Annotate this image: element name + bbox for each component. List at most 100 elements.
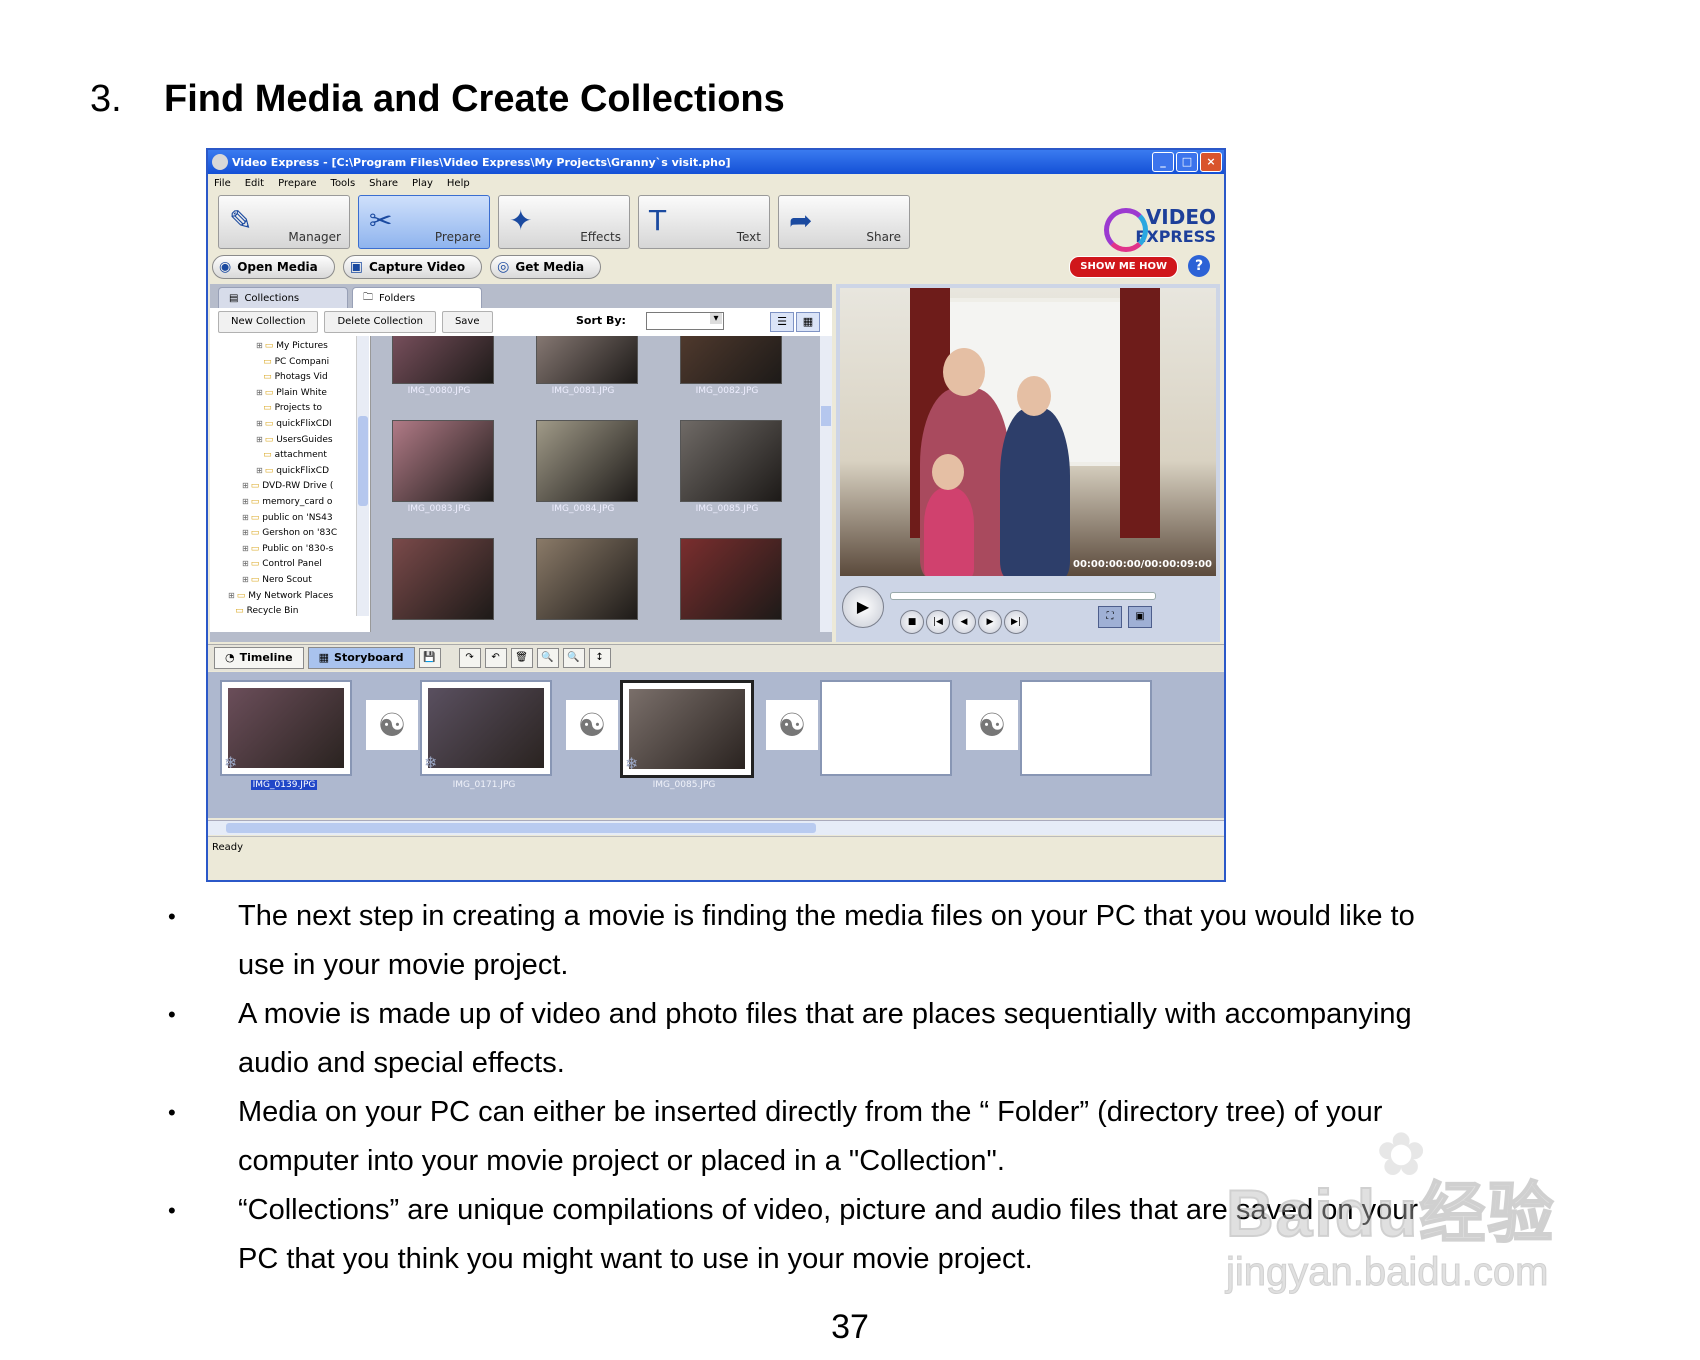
- menu-tools[interactable]: Tools: [331, 178, 356, 189]
- transition-yinyang-icon[interactable]: ☯: [766, 700, 818, 750]
- storyboard-scroll-thumb[interactable]: [226, 823, 816, 833]
- thumbnail[interactable]: IMG_0084.JPG: [518, 420, 648, 532]
- expand-icon[interactable]: ⊞: [242, 513, 249, 522]
- tree-item[interactable]: ▭ Photags Vid: [256, 369, 328, 384]
- save-button[interactable]: Save: [441, 311, 493, 333]
- transition-yinyang-icon[interactable]: ☯: [366, 700, 418, 750]
- save-storyboard-icon[interactable]: 💾: [418, 648, 441, 668]
- expand-icon[interactable]: [256, 403, 261, 412]
- zoom-out-icon[interactable]: 🔍: [562, 648, 585, 668]
- tab-folders[interactable]: 🗀 Folders: [352, 287, 482, 308]
- expand-icon[interactable]: ⊞: [242, 559, 249, 568]
- thumbnail[interactable]: [374, 538, 504, 632]
- expand-icon[interactable]: [228, 606, 233, 615]
- tree-item[interactable]: ⊞ ▭ Control Panel: [242, 556, 322, 571]
- mode-effects-button[interactable]: ✦ Effects: [498, 195, 630, 249]
- undo-icon[interactable]: ↶: [484, 648, 507, 668]
- storyboard-frame[interactable]: [820, 680, 952, 776]
- thumbnail[interactable]: IMG_0085.JPG: [662, 420, 792, 532]
- grid-scrollbar[interactable]: [820, 336, 832, 632]
- mode-text-button[interactable]: T Text: [638, 195, 770, 249]
- minimize-button[interactable]: _: [1152, 152, 1174, 172]
- storyboard-frame[interactable]: ❄: [420, 680, 552, 776]
- tree-item[interactable]: ⊞ ▭ memory_card o: [242, 494, 332, 509]
- thumbnail[interactable]: IMG_0081.JPG: [518, 336, 648, 414]
- expand-icon[interactable]: ⊞: [256, 341, 263, 350]
- delete-collection-button[interactable]: Delete Collection: [324, 311, 436, 333]
- capture-video-button[interactable]: ▣ Capture Video: [342, 255, 483, 279]
- expand-icon[interactable]: ⊞: [256, 435, 263, 444]
- tree-scroll-thumb[interactable]: [358, 416, 368, 506]
- expand-icon[interactable]: ⊞: [242, 528, 249, 537]
- expand-icon[interactable]: [256, 357, 261, 366]
- maximize-button[interactable]: □: [1176, 152, 1198, 172]
- storyboard-frame[interactable]: [1020, 680, 1152, 776]
- expand-icon[interactable]: ⊞: [256, 388, 263, 397]
- redo-icon[interactable]: ↷: [458, 648, 481, 668]
- storyboard-frame[interactable]: ❄: [620, 680, 754, 778]
- tree-item[interactable]: ⊞ ▭ Gershon on '83C: [242, 525, 337, 540]
- tab-storyboard[interactable]: ▦ Storyboard: [307, 647, 415, 669]
- get-media-button[interactable]: ◎ Get Media: [490, 255, 602, 279]
- skip-end-button[interactable]: ▶|: [1004, 610, 1028, 634]
- menu-share[interactable]: Share: [369, 178, 398, 189]
- snapshot-icon[interactable]: ▣: [1128, 606, 1152, 628]
- expand-icon[interactable]: ⊞: [242, 575, 249, 584]
- grid-scroll-thumb[interactable]: [821, 406, 831, 426]
- step-forward-button[interactable]: ▶: [978, 610, 1002, 634]
- thumbnail[interactable]: IMG_0083.JPG: [374, 420, 504, 532]
- tree-item[interactable]: ⊞ ▭ quickFlixCDI: [256, 416, 332, 431]
- delete-icon[interactable]: 🗑: [510, 648, 533, 668]
- tree-item[interactable]: ⊞ ▭ public on 'NS43: [242, 510, 333, 525]
- thumbnail[interactable]: [518, 538, 648, 632]
- sort-by-select[interactable]: [646, 312, 724, 330]
- tree-item[interactable]: ⊞ ▭ UsersGuides: [256, 432, 333, 447]
- mode-share-button[interactable]: ➦ Share: [778, 195, 910, 249]
- step-back-button[interactable]: ◀: [952, 610, 976, 634]
- expand-icon[interactable]: [256, 372, 261, 381]
- storyboard-frame[interactable]: ❄: [220, 680, 352, 776]
- menu-file[interactable]: File: [214, 178, 231, 189]
- mode-manager-button[interactable]: ✎ Manager: [218, 195, 350, 249]
- play-button[interactable]: ▶: [842, 586, 884, 628]
- tree-item[interactable]: ▭ Projects to: [256, 400, 322, 415]
- new-collection-button[interactable]: New Collection: [218, 311, 319, 333]
- thumbnail[interactable]: IMG_0082.JPG: [662, 336, 792, 414]
- menu-help[interactable]: Help: [447, 178, 470, 189]
- fullscreen-icon[interactable]: ⛶: [1098, 606, 1122, 628]
- expand-icon[interactable]: ⊞: [242, 497, 249, 506]
- tab-collections[interactable]: ▤ Collections: [218, 287, 348, 308]
- zoom-in-icon[interactable]: 🔍: [536, 648, 559, 668]
- expand-icon[interactable]: ⊞: [242, 481, 249, 490]
- tree-item[interactable]: ▭ PC Compani: [256, 354, 329, 369]
- skip-start-button[interactable]: |◀: [926, 610, 950, 634]
- tree-item[interactable]: ⊞ ▭ My Network Places: [228, 588, 333, 603]
- storyboard-scrollbar[interactable]: [208, 820, 1224, 835]
- seek-bar[interactable]: [890, 592, 1156, 600]
- list-view-icon[interactable]: ☰: [770, 312, 794, 332]
- tab-timeline[interactable]: ◔ Timeline: [214, 647, 304, 669]
- open-media-button[interactable]: ◉ Open Media: [212, 255, 335, 279]
- menu-edit[interactable]: Edit: [245, 178, 264, 189]
- stop-button[interactable]: ■: [900, 610, 924, 634]
- thumbnail[interactable]: [662, 538, 792, 632]
- resize-icon[interactable]: ↕: [588, 648, 611, 668]
- expand-icon[interactable]: ⊞: [256, 466, 263, 475]
- tree-item[interactable]: ⊞ ▭ Nero Scout: [242, 572, 312, 587]
- tree-item[interactable]: ⊞ ▭ My Pictures: [256, 338, 328, 353]
- tree-item[interactable]: ⊞ ▭ Public on '830-s: [242, 541, 333, 556]
- tree-item[interactable]: ⊞ ▭ Plain White: [256, 385, 327, 400]
- tree-scrollbar[interactable]: [356, 336, 369, 616]
- tree-item[interactable]: ▭ Recycle Bin: [228, 603, 298, 618]
- grid-view-icon[interactable]: ▦: [796, 312, 820, 332]
- tree-item[interactable]: ⊞ ▭ quickFlixCD: [256, 463, 329, 478]
- menu-play[interactable]: Play: [412, 178, 433, 189]
- expand-icon[interactable]: ⊞: [242, 544, 249, 553]
- thumbnail[interactable]: IMG_0080.JPG: [374, 336, 504, 414]
- transition-yinyang-icon[interactable]: ☯: [966, 700, 1018, 750]
- mode-prepare-button[interactable]: ✂ Prepare: [358, 195, 490, 249]
- transition-yinyang-icon[interactable]: ☯: [566, 700, 618, 750]
- show-me-how-button[interactable]: SHOW ME HOW: [1069, 256, 1178, 278]
- expand-icon[interactable]: [256, 450, 261, 459]
- help-button[interactable]: ?: [1188, 255, 1210, 277]
